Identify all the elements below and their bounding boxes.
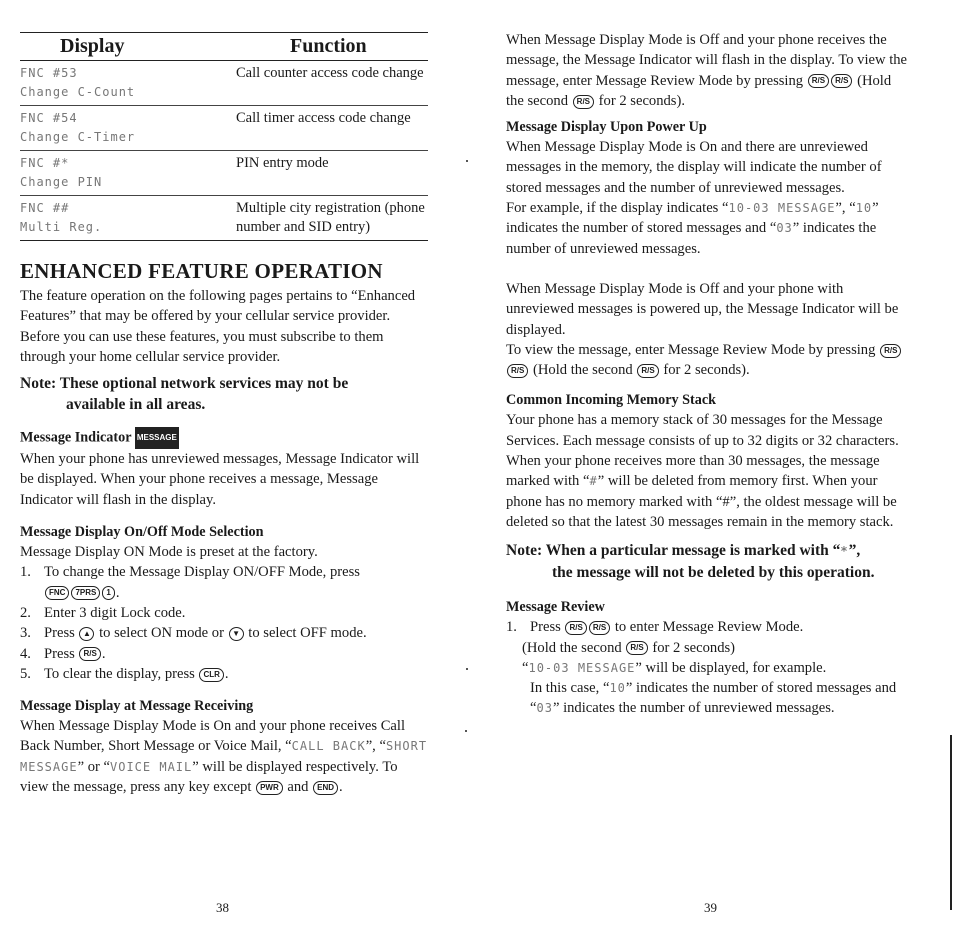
review-steps: 1. Press R/S R/S to enter Message Review … — [506, 617, 910, 718]
memory-stack-body-2: When your phone receives more than 30 me… — [506, 453, 897, 530]
note: Note: These optional network services ma… — [20, 375, 349, 414]
lcd-text: FNC #53 — [20, 66, 78, 80]
lcd-text: FNC #54 — [20, 111, 78, 125]
lcd-text: # — [589, 474, 598, 489]
lcd-text: Change C-Timer — [20, 130, 136, 144]
rs-key-icon: R/S — [637, 363, 659, 378]
scan-dot — [466, 160, 468, 162]
function-cell: PIN entry mode — [220, 150, 428, 196]
rs-key-icon: R/S — [880, 343, 902, 358]
table-row: FNC ## Multi Reg. Multiple city registrat… — [20, 195, 428, 241]
rs-key-icon: R/S — [588, 620, 611, 635]
mode-selection-body: Message Display ON Mode is preset at the… — [20, 544, 318, 561]
up-arrow-key-icon: ▲ — [79, 626, 95, 641]
page-edge-bar — [950, 735, 952, 910]
note-marked-message: Note: When a particular message is marke… — [506, 542, 875, 582]
left-page: Display Function FNC #53 Change C-Count C… — [20, 0, 428, 940]
rs-key-icon: R/S — [807, 74, 830, 89]
message-indicator-icon: MESSAGE — [134, 427, 179, 450]
table-row: FNC #54 Change C-Timer Call timer access … — [20, 105, 428, 151]
lcd-text: FNC #* — [20, 156, 70, 170]
step-item: 5. To clear the display, press CLR. — [20, 665, 229, 682]
message-receiving-heading: Message Display at Message Receiving — [20, 698, 254, 715]
header-function: Function — [220, 32, 428, 61]
lcd-text: 10 — [855, 201, 873, 216]
step-item: 2. Enter 3 digit Lock code. — [20, 604, 186, 621]
step-item: 4. Press R/S. — [20, 645, 106, 662]
function-cell: Call counter access code change — [220, 60, 428, 106]
memory-stack-body: Your phone has a memory stack of 30 mess… — [506, 412, 899, 449]
end-key-icon: END — [313, 780, 339, 795]
scan-dot — [466, 668, 468, 670]
message-review-heading: Message Review — [506, 599, 605, 616]
display-function-table: Display Function FNC #53 Change C-Count C… — [20, 32, 428, 241]
table-row: FNC #* Change PIN PIN entry mode — [20, 150, 428, 196]
scan-dot — [465, 730, 467, 732]
message-indicator-heading: Message Indicator MESSAGE — [20, 427, 428, 450]
lcd-text: FNC ## — [20, 201, 70, 215]
header-display: Display — [20, 32, 220, 61]
lcd-text: 10 — [609, 681, 626, 696]
step-item: 1. To change the Message Display ON/OFF … — [20, 564, 360, 601]
power-up-heading: Message Display Upon Power Up — [506, 119, 707, 136]
lcd-text: 10-03 MESSAGE — [728, 201, 836, 216]
display-off-paragraph: When Message Display Mode is Off and you… — [506, 32, 908, 109]
message-receiving-body: When Message Display Mode is On and your… — [20, 718, 428, 796]
power-up-body: When Message Display Mode is On and ther… — [506, 139, 882, 196]
table-row: FNC #53 Change C-Count Call counter acces… — [20, 60, 428, 106]
page-number-left: 38 — [216, 900, 229, 915]
right-page: When Message Display Mode is Off and you… — [506, 0, 910, 940]
lcd-text: Change PIN — [20, 175, 103, 189]
lcd-text: Change C-Count — [20, 85, 136, 99]
rs-key-icon: R/S — [79, 647, 101, 662]
pwr-key-icon: PWR — [256, 780, 283, 795]
page-number-right: 39 — [704, 900, 717, 915]
function-cell: Call timer access code change — [220, 105, 428, 151]
clr-key-icon: CLR — [199, 667, 224, 682]
seven-prs-key-icon: 7PRS — [71, 586, 101, 601]
rs-key-icon: R/S — [626, 641, 648, 656]
lcd-text: 10-03 MESSAGE — [528, 660, 636, 675]
lcd-text: 03 — [776, 221, 793, 236]
function-cell: Multiple city registration (phone number… — [220, 195, 428, 241]
power-up-example: For example, if the display indicates “1… — [506, 200, 879, 257]
step-item: 3. Press ▲ to select ON mode or ▼ to sel… — [20, 625, 367, 642]
down-arrow-key-icon: ▼ — [228, 626, 244, 641]
power-off-review: To view the message, enter Message Revie… — [506, 340, 910, 381]
step-item: 1. Press R/S R/S to enter Message Review … — [506, 619, 897, 717]
lcd-text: VOICE MAIL — [110, 759, 193, 774]
lcd-text: Multi Reg. — [20, 220, 103, 234]
memory-stack-heading: Common Incoming Memory Stack — [506, 392, 717, 409]
power-off-paragraph: When Message Display Mode is Off and you… — [506, 280, 899, 338]
lcd-text: CALL BACK — [291, 739, 366, 754]
rs-key-icon: R/S — [831, 74, 853, 89]
table-header: Display Function — [20, 32, 428, 61]
mode-selection-heading: Message Display On/Off Mode Selection — [20, 524, 264, 541]
rs-key-icon: R/S — [572, 94, 595, 109]
fnc-key-icon: FNC — [45, 586, 70, 601]
lcd-text: 03 — [536, 701, 553, 716]
rs-key-icon: R/S — [565, 620, 587, 635]
message-indicator-body: When your phone has unreviewed messages,… — [20, 451, 420, 508]
one-key-icon: 1 — [102, 586, 115, 601]
rs-key-icon: R/S — [507, 363, 529, 378]
section-title: ENHANCED FEATURE OPERATION — [20, 259, 383, 283]
mode-steps: 1. To change the Message Display ON/OFF … — [20, 562, 428, 684]
intro-paragraph: The feature operation on the following p… — [20, 288, 416, 365]
